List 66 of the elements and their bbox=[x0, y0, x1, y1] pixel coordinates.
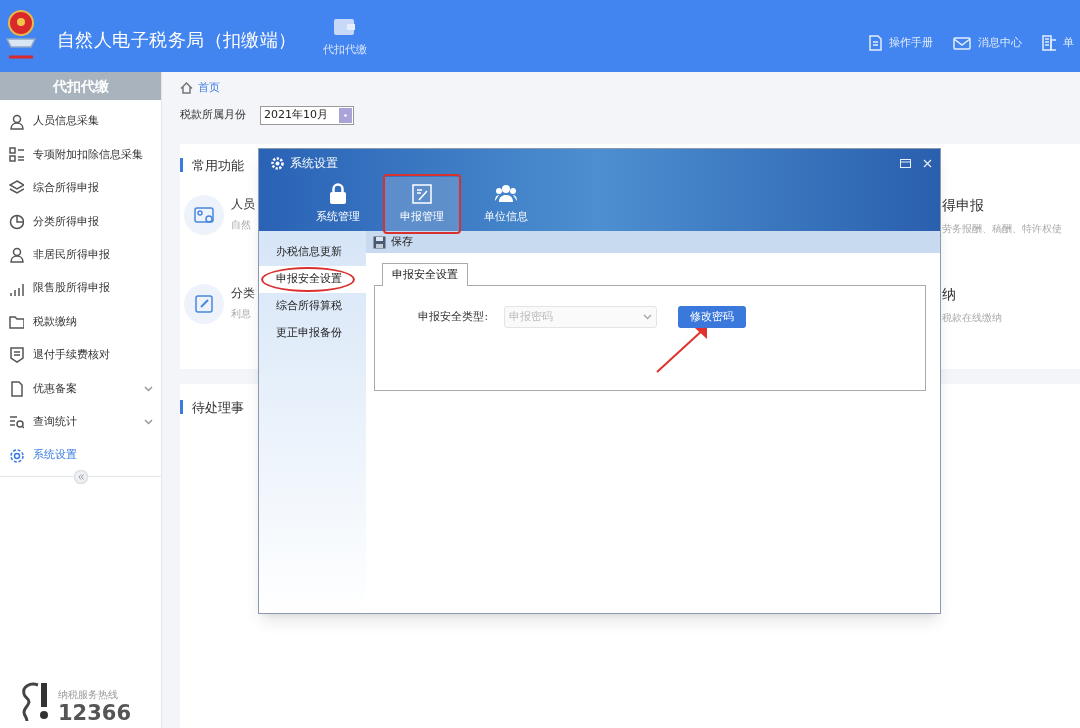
users-icon bbox=[495, 182, 517, 205]
panel-tab[interactable]: 申报安全设置 bbox=[382, 263, 468, 286]
home-icon bbox=[180, 82, 193, 95]
feature-description: 利息 bbox=[231, 307, 252, 321]
feature-description: 劳务报酬、稿酬、特许权使 bbox=[942, 222, 1063, 236]
dialog-tab[interactable]: 系统管理 bbox=[301, 177, 375, 231]
sidebar-item[interactable]: 限售股所得申报 bbox=[0, 271, 161, 306]
wallet-icon bbox=[332, 16, 357, 36]
sidebar-item[interactable]: 人员信息采集 bbox=[0, 105, 161, 139]
sidebar-item[interactable]: 查询统计 bbox=[0, 405, 161, 439]
document-icon bbox=[868, 35, 882, 52]
sidebar-item[interactable]: 退付手续费核对 bbox=[0, 338, 161, 373]
hotline-caption: 纳税服务热线 bbox=[58, 689, 119, 701]
person-icon bbox=[9, 247, 24, 264]
month-label: 税款所属月份 bbox=[180, 107, 246, 123]
settings-icon bbox=[9, 447, 24, 464]
close-icon bbox=[923, 158, 932, 168]
building-icon bbox=[1042, 35, 1056, 52]
field-label: 申报安全类型: bbox=[417, 309, 488, 325]
feature-title: 纳 bbox=[942, 285, 957, 304]
breadcrumb-link[interactable]: 首页 bbox=[180, 80, 220, 97]
maximize-icon bbox=[900, 158, 911, 168]
form-edit-icon bbox=[411, 182, 433, 205]
change-password-button[interactable]: 修改密码 bbox=[678, 306, 746, 328]
layers-icon bbox=[9, 180, 24, 197]
sidebar-item[interactable]: 优惠备案 bbox=[0, 372, 161, 406]
pie-chart-icon bbox=[9, 213, 24, 230]
dialog-nav-item[interactable]: 申报安全设置 bbox=[259, 266, 366, 293]
lock-icon bbox=[327, 182, 349, 205]
section-title: 待处理事 bbox=[192, 398, 244, 417]
settings-icon bbox=[271, 156, 284, 170]
feature-title: 分类 bbox=[231, 285, 255, 302]
id-card-icon bbox=[184, 195, 224, 235]
hotline-number: 12366 bbox=[58, 701, 132, 725]
maximize-button[interactable] bbox=[900, 158, 911, 168]
feature-description: 税款在线缴纳 bbox=[942, 311, 1003, 325]
chevron-down-icon bbox=[643, 314, 652, 320]
dialog-title: 系统设置 bbox=[290, 155, 338, 172]
dialog-nav-item[interactable]: 办税信息更新 bbox=[259, 239, 366, 266]
save-button[interactable]: 保存 bbox=[373, 233, 413, 251]
person-icon bbox=[9, 113, 24, 130]
receipt-icon bbox=[9, 347, 24, 364]
app-title: 自然人电子税务局（扣缴端） bbox=[57, 28, 297, 52]
edit-icon bbox=[184, 284, 224, 324]
list-icon bbox=[9, 147, 24, 164]
mail-icon bbox=[953, 35, 971, 52]
feature-title: 人员 bbox=[231, 196, 255, 213]
search-list-icon bbox=[9, 414, 24, 431]
feature-description: 自然 bbox=[231, 218, 252, 232]
sidebar-item[interactable]: 税款缴纳 bbox=[0, 305, 161, 339]
close-button[interactable] bbox=[923, 158, 932, 168]
sidebar-item[interactable]: 非居民所得申报 bbox=[0, 238, 161, 272]
dialog-nav-item[interactable]: 综合所得算税 bbox=[259, 293, 366, 320]
page-icon bbox=[9, 380, 24, 397]
sidebar-item[interactable]: 分类所得申报 bbox=[0, 205, 161, 239]
section-title: 常用功能 bbox=[192, 156, 244, 175]
sidebar-item[interactable]: 综合所得申报 bbox=[0, 171, 161, 206]
sidebar-item[interactable]: 专项附加扣除信息采集 bbox=[0, 138, 161, 172]
dialog-tab[interactable]: 单位信息 bbox=[469, 177, 543, 231]
dialog-nav-item[interactable]: 更正申报备份 bbox=[259, 320, 366, 347]
folder-icon bbox=[9, 314, 24, 331]
dropdown-icon bbox=[339, 107, 352, 123]
sidebar-item[interactable]: 系统设置 bbox=[0, 438, 161, 473]
sidebar-title: 代扣代缴 bbox=[0, 72, 161, 100]
feature-title: 得申报 bbox=[942, 196, 985, 215]
month-select[interactable]: 2021年10月 bbox=[260, 105, 354, 125]
